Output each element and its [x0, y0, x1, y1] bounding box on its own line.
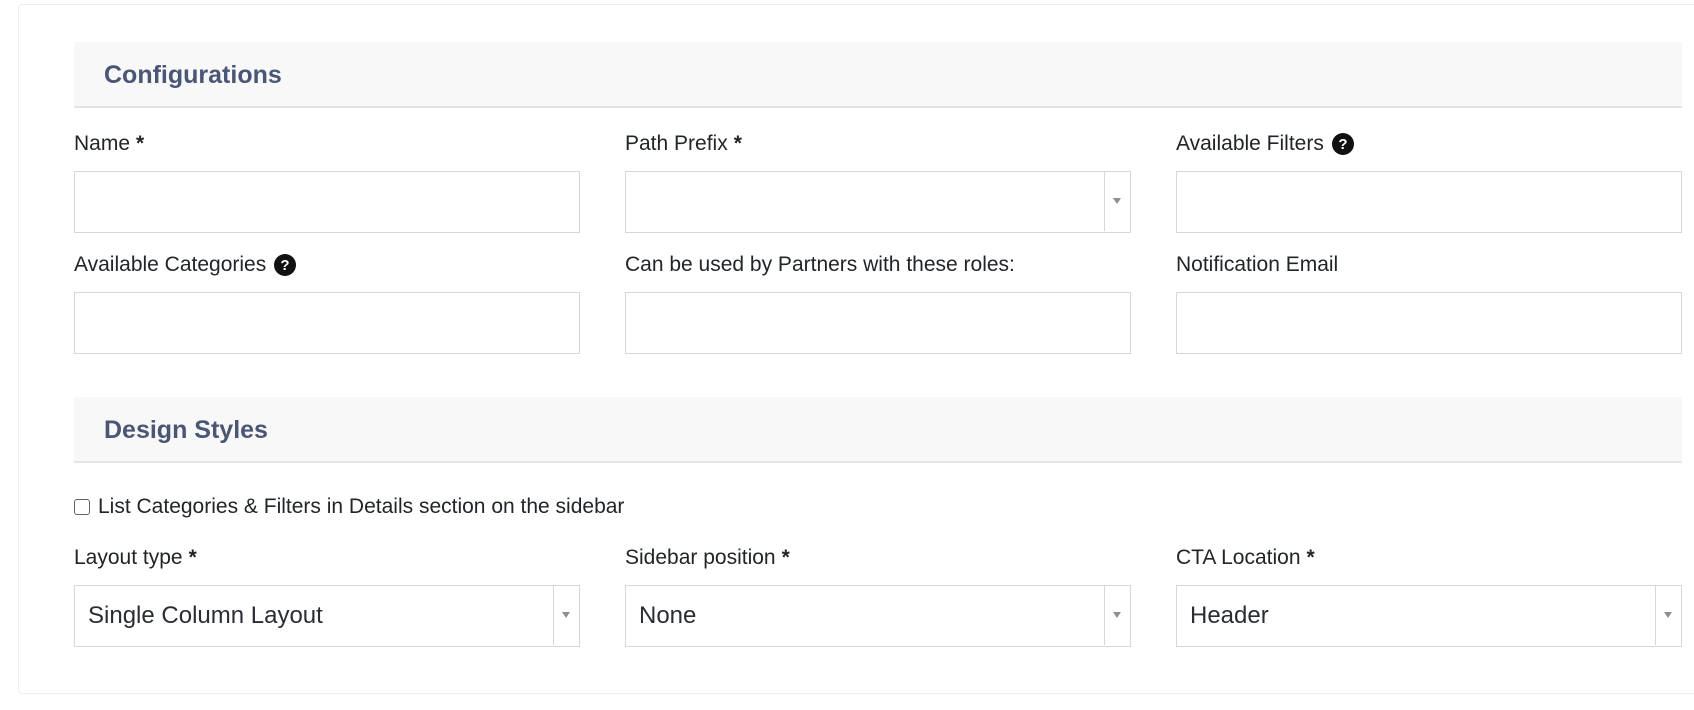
sidebar-position-label: Sidebar position * [625, 545, 1131, 571]
layout-type-select[interactable]: Single Column Layout [74, 585, 580, 647]
required-mark: * [1306, 546, 1315, 569]
cta-location-label: CTA Location * [1176, 545, 1682, 571]
required-mark: * [188, 546, 197, 569]
svg-text:?: ? [281, 257, 290, 274]
name-label: Name * [74, 131, 580, 157]
cta-location-dropdown-toggle[interactable] [1655, 586, 1681, 645]
available-categories-input[interactable] [74, 292, 580, 354]
configurations-title: Configurations [104, 61, 282, 89]
notification-email-label-text: Notification Email [1176, 253, 1339, 276]
available-categories-label: Available Categories ? [74, 252, 580, 278]
path-prefix-label-text: Path Prefix [625, 132, 728, 155]
layout-type-dropdown-toggle[interactable] [553, 586, 579, 645]
name-label-text: Name [74, 132, 131, 155]
sidebar-position-select[interactable]: None [625, 585, 1131, 647]
caret-down-icon [1113, 198, 1121, 204]
layout-type-label: Layout type * [74, 545, 580, 571]
caret-down-icon [1664, 612, 1672, 618]
available-filters-field: Available Filters ? [1176, 131, 1682, 233]
svg-text:?: ? [1338, 136, 1347, 153]
question-circle-icon[interactable]: ? [274, 254, 297, 276]
caret-down-icon [1113, 612, 1121, 618]
available-filters-label-text: Available Filters [1176, 132, 1324, 155]
path-prefix-field: Path Prefix * [625, 131, 1131, 233]
partner-roles-field: Can be used by Partners with these roles… [625, 252, 1131, 354]
sidebar-position-dropdown-toggle[interactable] [1104, 586, 1130, 645]
list-categories-checkbox-row[interactable]: List Categories & Filters in Details sec… [74, 493, 624, 521]
path-prefix-label: Path Prefix * [625, 131, 1131, 157]
design-styles-section-header: Design Styles [74, 397, 1682, 463]
path-prefix-select[interactable] [625, 171, 1131, 233]
available-categories-field: Available Categories ? [74, 252, 580, 354]
name-field: Name * [74, 131, 580, 233]
design-styles-title: Design Styles [104, 416, 268, 444]
cta-location-field: CTA Location * Header [1176, 545, 1682, 647]
cta-location-value: Header [1190, 602, 1269, 629]
notification-email-input[interactable] [1176, 292, 1682, 354]
question-circle-icon[interactable]: ? [1331, 133, 1354, 155]
cta-location-label-text: CTA Location [1176, 546, 1301, 569]
cta-location-select[interactable]: Header [1176, 585, 1682, 647]
required-mark: * [733, 132, 742, 155]
configurations-section-header: Configurations [74, 42, 1682, 108]
partner-roles-label-text: Can be used by Partners with these roles… [625, 253, 1015, 276]
list-categories-checkbox[interactable] [74, 499, 90, 515]
available-filters-input[interactable] [1176, 171, 1682, 233]
notification-email-label: Notification Email [1176, 252, 1682, 278]
sidebar-position-label-text: Sidebar position [625, 546, 776, 569]
layout-type-value: Single Column Layout [88, 602, 323, 629]
form-panel: Configurations Name * Path Prefix * Avai… [18, 4, 1694, 694]
path-prefix-dropdown-toggle[interactable] [1104, 172, 1130, 231]
available-filters-label: Available Filters ? [1176, 131, 1682, 157]
partner-roles-input[interactable] [625, 292, 1131, 354]
list-categories-checkbox-label[interactable]: List Categories & Filters in Details sec… [98, 494, 624, 520]
available-categories-label-text: Available Categories [74, 253, 267, 276]
partner-roles-label: Can be used by Partners with these roles… [625, 252, 1131, 278]
layout-type-label-text: Layout type [74, 546, 183, 569]
name-input[interactable] [74, 171, 580, 233]
caret-down-icon [562, 612, 570, 618]
sidebar-position-field: Sidebar position * None [625, 545, 1131, 647]
notification-email-field: Notification Email [1176, 252, 1682, 354]
required-mark: * [781, 546, 790, 569]
required-mark: * [136, 132, 145, 155]
layout-type-field: Layout type * Single Column Layout [74, 545, 580, 647]
sidebar-position-value: None [639, 602, 697, 629]
